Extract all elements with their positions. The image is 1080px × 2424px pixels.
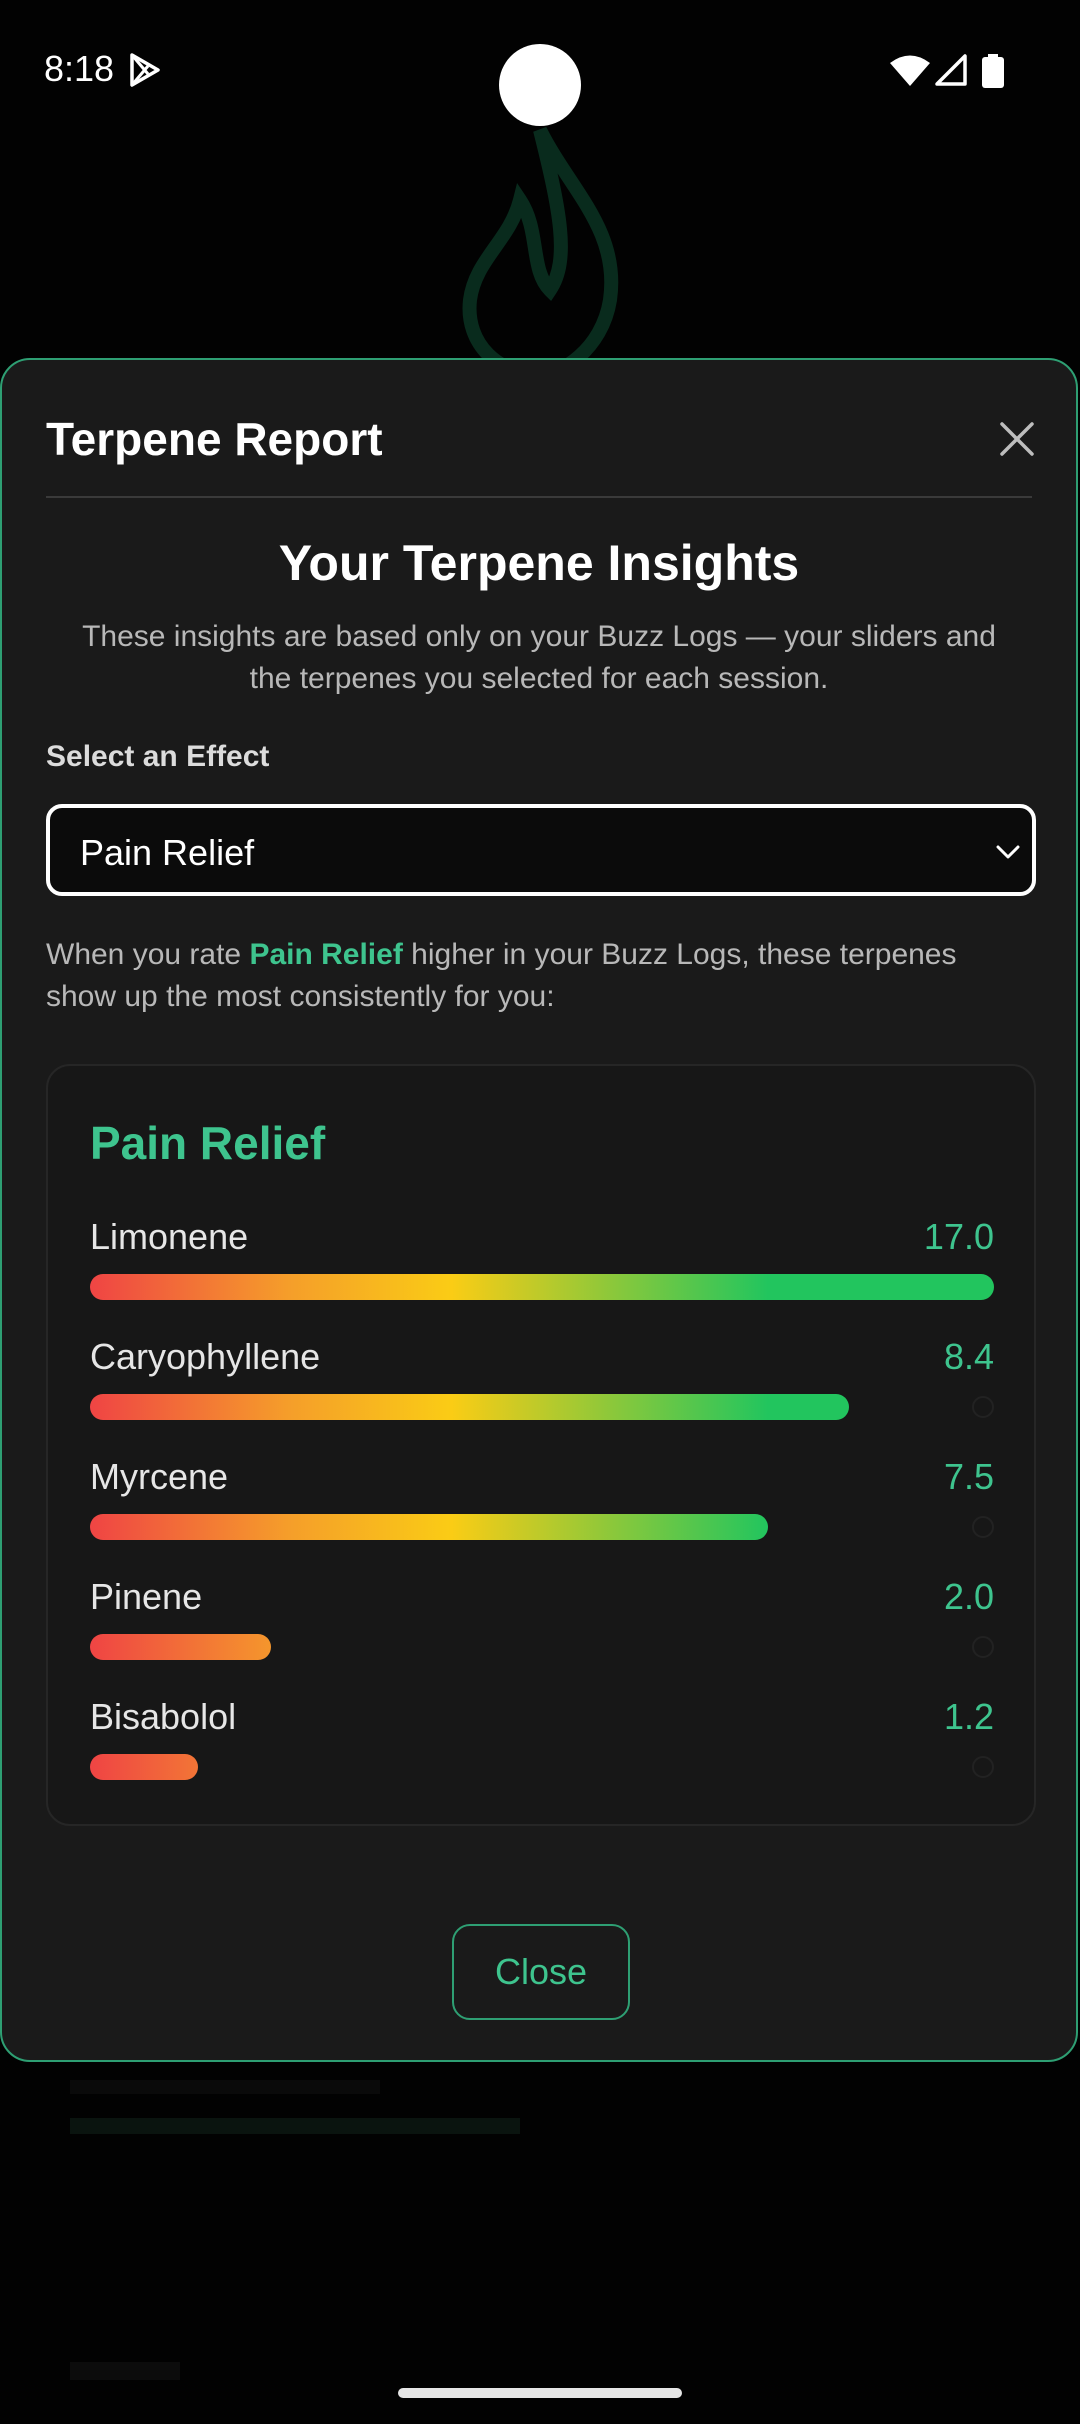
terpene-card: Pain Relief Limonene 17.0 Caryophyllene 8.4… [46,1064,1036,1826]
wifi-icon [890,55,930,86]
terpene-bar-track [90,1274,994,1300]
terpene-name: Bisabolol [90,1696,237,1737]
terpene-score: 1.2 [943,1696,994,1737]
battery-icon [982,54,1004,88]
terpene-name: Limonene [90,1216,249,1257]
camera-cutout [499,44,581,126]
home-indicator[interactable] [398,2388,682,2398]
terpene-score: 17.0 [923,1216,994,1257]
terpene-bar-track [90,1754,994,1780]
terpene-row: Myrcene 7.5 [90,1456,994,1556]
close-icon[interactable] [998,420,1036,458]
bar-track-end [972,1636,994,1658]
signal-icon [935,54,967,86]
select-effect-label: Select an Effect [46,740,270,773]
terpene-bar-track [90,1394,994,1420]
terpene-name: Caryophyllene [90,1336,321,1377]
card-title: Pain Relief [90,1117,326,1169]
effect-select-value: Pain Relief [80,832,255,873]
terpene-bar-track [90,1514,994,1540]
insights-description: These insights are based only on your Bu… [82,620,996,695]
terpene-bar-fill [90,1514,768,1540]
status-bar: 8:18 [0,0,1080,140]
terpene-name: Pinene [90,1576,203,1617]
play-store-icon [130,53,160,87]
header-divider [46,496,1032,498]
bar-track-end [972,1516,994,1538]
terpene-bar-fill [90,1394,849,1420]
terpene-row: Pinene 2.0 [90,1576,994,1676]
chevron-down-icon [996,845,1020,859]
terpene-score: 8.4 [943,1336,994,1377]
terpene-bar-fill [90,1274,994,1300]
terpene-row: Bisabolol 1.2 [90,1696,994,1796]
explain-effect-highlight: Pain Relief [249,938,403,971]
terpene-bar-fill [90,1754,198,1780]
terpene-row: Limonene 17.0 [90,1216,994,1316]
effect-explanation: When you rate Pain Relief higher in your… [46,934,1032,1018]
close-button[interactable]: Close [452,1924,630,2020]
terpene-name: Myrcene [90,1456,229,1497]
terpene-report-modal: Terpene Report Your Terpene Insights The… [0,358,1078,2062]
flame-logo-icon [462,126,619,380]
terpene-bar-fill [90,1634,271,1660]
status-time: 8:18 [44,48,115,89]
terpene-score: 2.0 [943,1576,994,1617]
explain-prefix: When you rate [46,938,250,971]
terpene-bar-track [90,1634,994,1660]
terpene-row: Caryophyllene 8.4 [90,1336,994,1436]
bar-track-end [972,1756,994,1778]
bar-track-end [972,1396,994,1418]
effect-select[interactable]: Pain Relief [46,804,1036,896]
terpene-score: 7.5 [943,1456,994,1497]
insights-title: Your Terpene Insights [278,535,800,591]
modal-title: Terpene Report [46,413,383,465]
